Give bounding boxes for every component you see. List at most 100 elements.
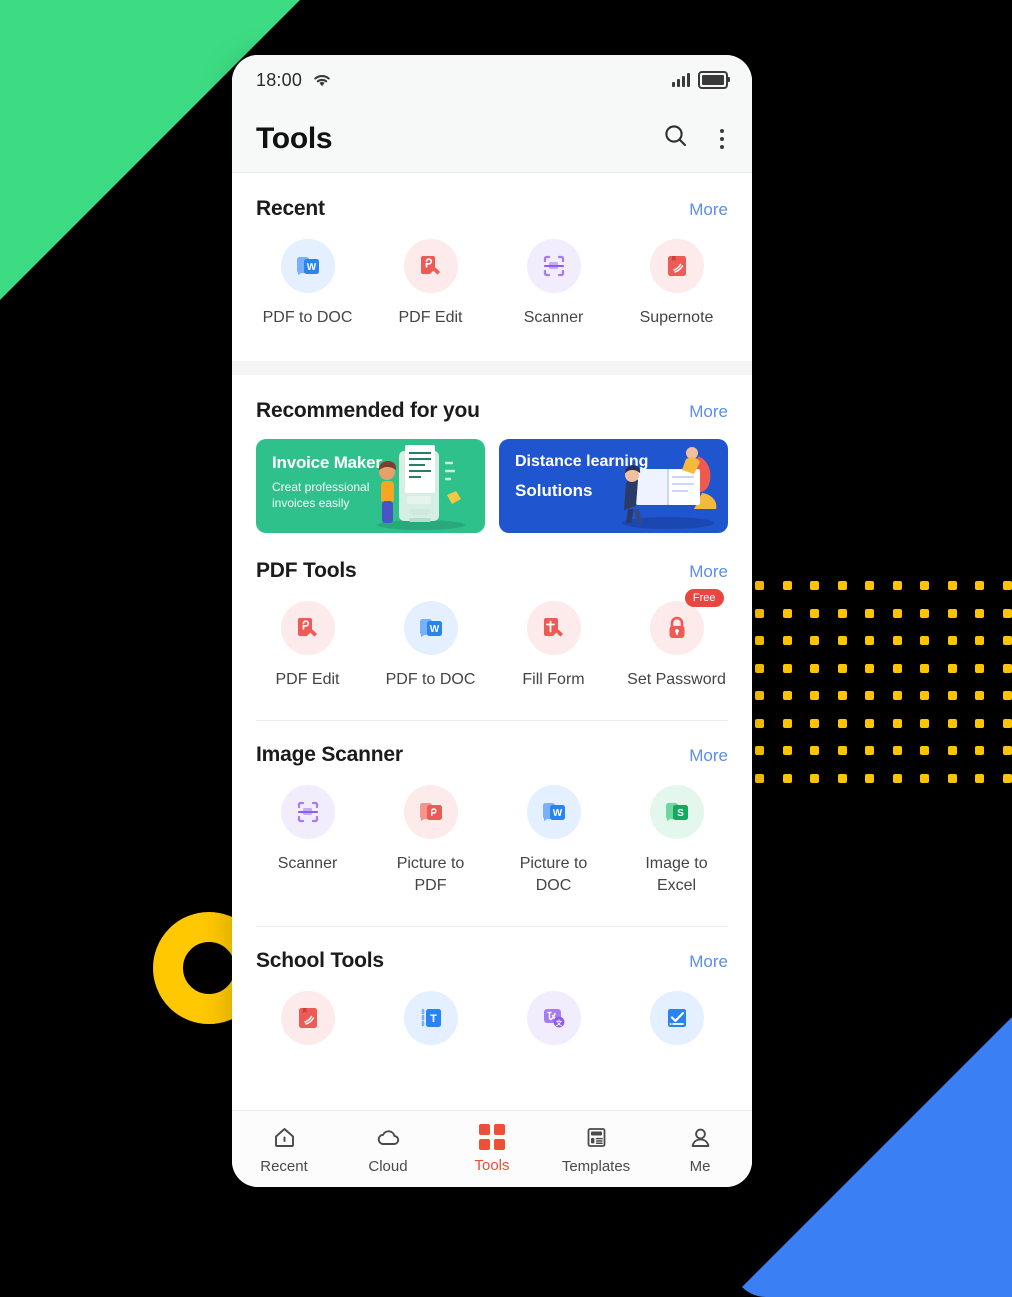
- section-title: PDF Tools: [256, 558, 357, 582]
- dot: [755, 691, 764, 700]
- battery-icon: [698, 71, 730, 89]
- tool-tile[interactable]: PDF Edit: [369, 221, 492, 329]
- dot: [810, 691, 819, 700]
- dot: [810, 718, 819, 728]
- dot: [892, 773, 902, 783]
- dot: [947, 608, 957, 618]
- tools-scroll-area[interactable]: Recent More W PDF to DOC PDF Edit Scanne…: [232, 173, 752, 1187]
- pdf-tools-grid: PDF Edit W PDF to DOC Fill Form Free Set…: [232, 583, 752, 691]
- tab-recent[interactable]: Recent: [232, 1124, 336, 1175]
- more-link-recent[interactable]: More: [689, 200, 728, 220]
- dot: [837, 581, 847, 590]
- fill-form-icon: [526, 600, 581, 655]
- scanner-icon: [526, 239, 581, 293]
- tool-tile[interactable]: W PDF to DOC: [369, 583, 492, 691]
- tool-tile[interactable]: Scanner: [246, 767, 369, 896]
- dot: [975, 663, 984, 673]
- tab-me[interactable]: Me: [648, 1124, 752, 1175]
- svg-text:T: T: [430, 1013, 437, 1025]
- more-link-school-tools[interactable]: More: [689, 952, 728, 972]
- more-link-pdf-tools[interactable]: More: [689, 562, 728, 582]
- tool-tile[interactable]: Picture to PDF: [369, 767, 492, 896]
- tab-templates[interactable]: Templates: [544, 1124, 648, 1175]
- dot: [892, 718, 902, 728]
- tool-tile[interactable]: Scanner: [492, 221, 615, 329]
- svg-text:W: W: [429, 624, 439, 635]
- dot: [975, 691, 984, 700]
- section-separator-band: [232, 360, 752, 375]
- dot: [837, 663, 847, 673]
- dot: [810, 773, 819, 783]
- tool-tile[interactable]: [246, 973, 369, 1059]
- tool-tile[interactable]: 文: [492, 973, 615, 1059]
- page-title: Tools: [256, 121, 333, 155]
- dot: [865, 746, 874, 755]
- section-title: Recent: [256, 197, 325, 220]
- tool-label: Scanner: [523, 309, 584, 326]
- tool-tile[interactable]: W Picture to DOC: [492, 767, 615, 896]
- tool-tile[interactable]: Fill Form: [492, 583, 615, 691]
- picture-to-pdf-icon: [403, 785, 458, 840]
- dot: [947, 691, 957, 700]
- dot: [920, 663, 929, 673]
- dot: [837, 746, 847, 755]
- phone-mockup: 18:00 Tools Recent More W PDF to DOC PDF…: [232, 55, 752, 1187]
- tool-tile[interactable]: T: [369, 973, 492, 1059]
- dot: [975, 718, 984, 728]
- school-tools-grid: T 文: [232, 973, 752, 1059]
- dot: [837, 773, 847, 783]
- tab-label: Cloud: [368, 1157, 408, 1175]
- tool-label: Picture to PDF: [396, 855, 465, 894]
- tool-tile[interactable]: PDF Edit: [246, 583, 369, 691]
- section-title: Recommended for you: [256, 398, 480, 422]
- invoice-illustration: [377, 444, 465, 530]
- tool-label: Image to Excel: [645, 855, 708, 894]
- banner-distance-learning[interactable]: Distance learning Solutions: [499, 438, 728, 533]
- dot: [865, 773, 874, 783]
- tool-tile[interactable]: Supernote: [615, 221, 738, 329]
- dot: [1002, 581, 1012, 590]
- dot: [920, 691, 929, 700]
- dot: [782, 746, 792, 755]
- svg-text:W: W: [552, 808, 562, 819]
- dot: [1002, 636, 1012, 645]
- dot: [1002, 746, 1012, 755]
- kebab-menu-icon[interactable]: [716, 125, 728, 153]
- tool-label: PDF to DOC: [262, 309, 353, 326]
- banner-invoice-maker[interactable]: Invoice Maker Creat professional invoice…: [256, 438, 485, 533]
- lock-icon: Free: [649, 588, 724, 655]
- dot: [865, 691, 874, 700]
- dot: [892, 636, 902, 645]
- tool-tile[interactable]: W PDF to DOC: [246, 221, 369, 329]
- dot: [1002, 608, 1012, 618]
- dot: [1002, 718, 1012, 728]
- tool-label: PDF Edit: [275, 670, 340, 688]
- cloud-icon: [377, 1129, 399, 1145]
- section-header-pdf-tools: PDF Tools More: [232, 559, 752, 583]
- dot: [837, 691, 847, 700]
- dot: [892, 663, 902, 673]
- tool-label: Fill Form: [522, 670, 585, 688]
- dot: [782, 608, 792, 618]
- svg-text:S: S: [677, 808, 684, 819]
- dot: [975, 746, 984, 755]
- status-bar-time: 18:00: [256, 69, 303, 90]
- tab-tools[interactable]: Tools: [440, 1124, 544, 1174]
- tool-label: Picture to DOC: [519, 855, 588, 894]
- yellow-dot-grid-decoration: [755, 581, 1012, 787]
- tool-tile[interactable]: Free Set Password: [615, 583, 738, 691]
- tab-cloud[interactable]: Cloud: [336, 1124, 440, 1175]
- dot: [892, 746, 902, 755]
- dot: [837, 718, 847, 728]
- text-tool-icon: T: [403, 991, 458, 1046]
- dot: [755, 608, 764, 618]
- tool-tile[interactable]: [615, 973, 738, 1059]
- search-icon[interactable]: [662, 122, 690, 155]
- tool-tile[interactable]: S Image to Excel: [615, 767, 738, 896]
- dot: [1002, 773, 1012, 783]
- more-link-recommended[interactable]: More: [689, 402, 728, 422]
- tab-label: Recent: [260, 1157, 308, 1175]
- dot: [947, 636, 957, 645]
- tool-label: Set Password: [627, 670, 726, 688]
- more-link-image-scanner[interactable]: More: [689, 746, 728, 766]
